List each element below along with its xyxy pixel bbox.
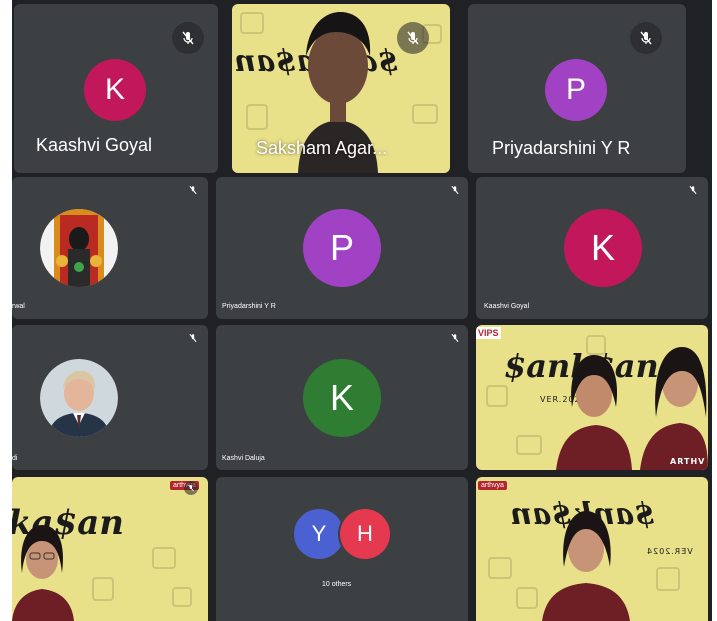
participant-name: rwal <box>12 303 25 310</box>
participant-tile-kaashvi-goyal-2[interactable]: K Kaashvi Goyal <box>476 177 708 319</box>
participant-video-figure <box>556 347 708 470</box>
mic-off-icon <box>184 481 198 495</box>
avatar: K <box>564 209 642 287</box>
avatar: K <box>303 359 381 437</box>
arthvya-logo: arthvya <box>478 481 507 490</box>
participant-name: Priyadarshini Y R <box>222 303 276 310</box>
avatar: K <box>84 59 146 121</box>
avatar-others-2: H <box>340 509 390 559</box>
participant-name: Kashvi Daluja <box>222 455 265 462</box>
mic-off-icon <box>451 185 459 195</box>
brand-text: ARTHV <box>670 457 706 466</box>
participant-name: Kaashvi Goyal <box>484 303 530 310</box>
mic-off-icon <box>172 22 204 54</box>
participant-name: Priyadarshini Y R <box>492 138 631 158</box>
profile-photo <box>40 209 118 287</box>
mic-off-icon <box>689 185 697 195</box>
participant-name: di <box>12 455 18 462</box>
participant-tile-others[interactable]: Y H 10 others <box>216 477 468 621</box>
participant-tile-video-group[interactable]: VIPS $ank$an VER.2024 ARTHV <box>476 325 708 470</box>
mic-off-icon <box>451 333 459 343</box>
profile-photo <box>40 359 118 437</box>
participant-name: Saksham Agar... <box>256 138 388 158</box>
participant-tile-priyadarshini[interactable]: P Priyadarshini Y R <box>468 4 686 173</box>
avatar: P <box>303 209 381 287</box>
participant-tile-kaashvi-goyal[interactable]: K Kaashvi Goyal <box>14 4 218 173</box>
participant-tile-kashvi-daluja[interactable]: K Kashvi Daluja <box>216 325 468 470</box>
participant-tile-video-left[interactable]: arthvya ka$an <box>12 477 208 621</box>
participant-tile-priyadarshini-2[interactable]: P Priyadarshini Y R <box>216 177 468 319</box>
participant-video-figure <box>542 511 630 621</box>
banner-version: VER.2024 <box>646 547 693 556</box>
mic-off-icon <box>189 185 197 195</box>
participant-video-figure <box>12 525 74 621</box>
participant-tile-saksham[interactable]: $anka$an Saksham Agar... <box>232 4 450 173</box>
participant-tile-photo-1[interactable]: rwal <box>12 177 208 319</box>
vips-logo: VIPS <box>476 327 501 339</box>
avatar-others-1: Y <box>294 509 344 559</box>
mic-off-icon <box>397 22 429 54</box>
meeting-window: K Kaashvi Goyal $anka$an Saksham Agar...… <box>0 0 717 621</box>
mic-off-icon <box>189 333 197 343</box>
participant-tile-video-right[interactable]: arthvya $ank$an VER.2024 <box>476 477 708 621</box>
others-count-label: 10 others <box>322 581 352 588</box>
participant-name: Kaashvi Goyal <box>36 135 153 155</box>
mic-off-icon <box>630 22 662 54</box>
avatar: P <box>545 59 607 121</box>
participant-tile-photo-2[interactable]: di <box>12 325 208 470</box>
